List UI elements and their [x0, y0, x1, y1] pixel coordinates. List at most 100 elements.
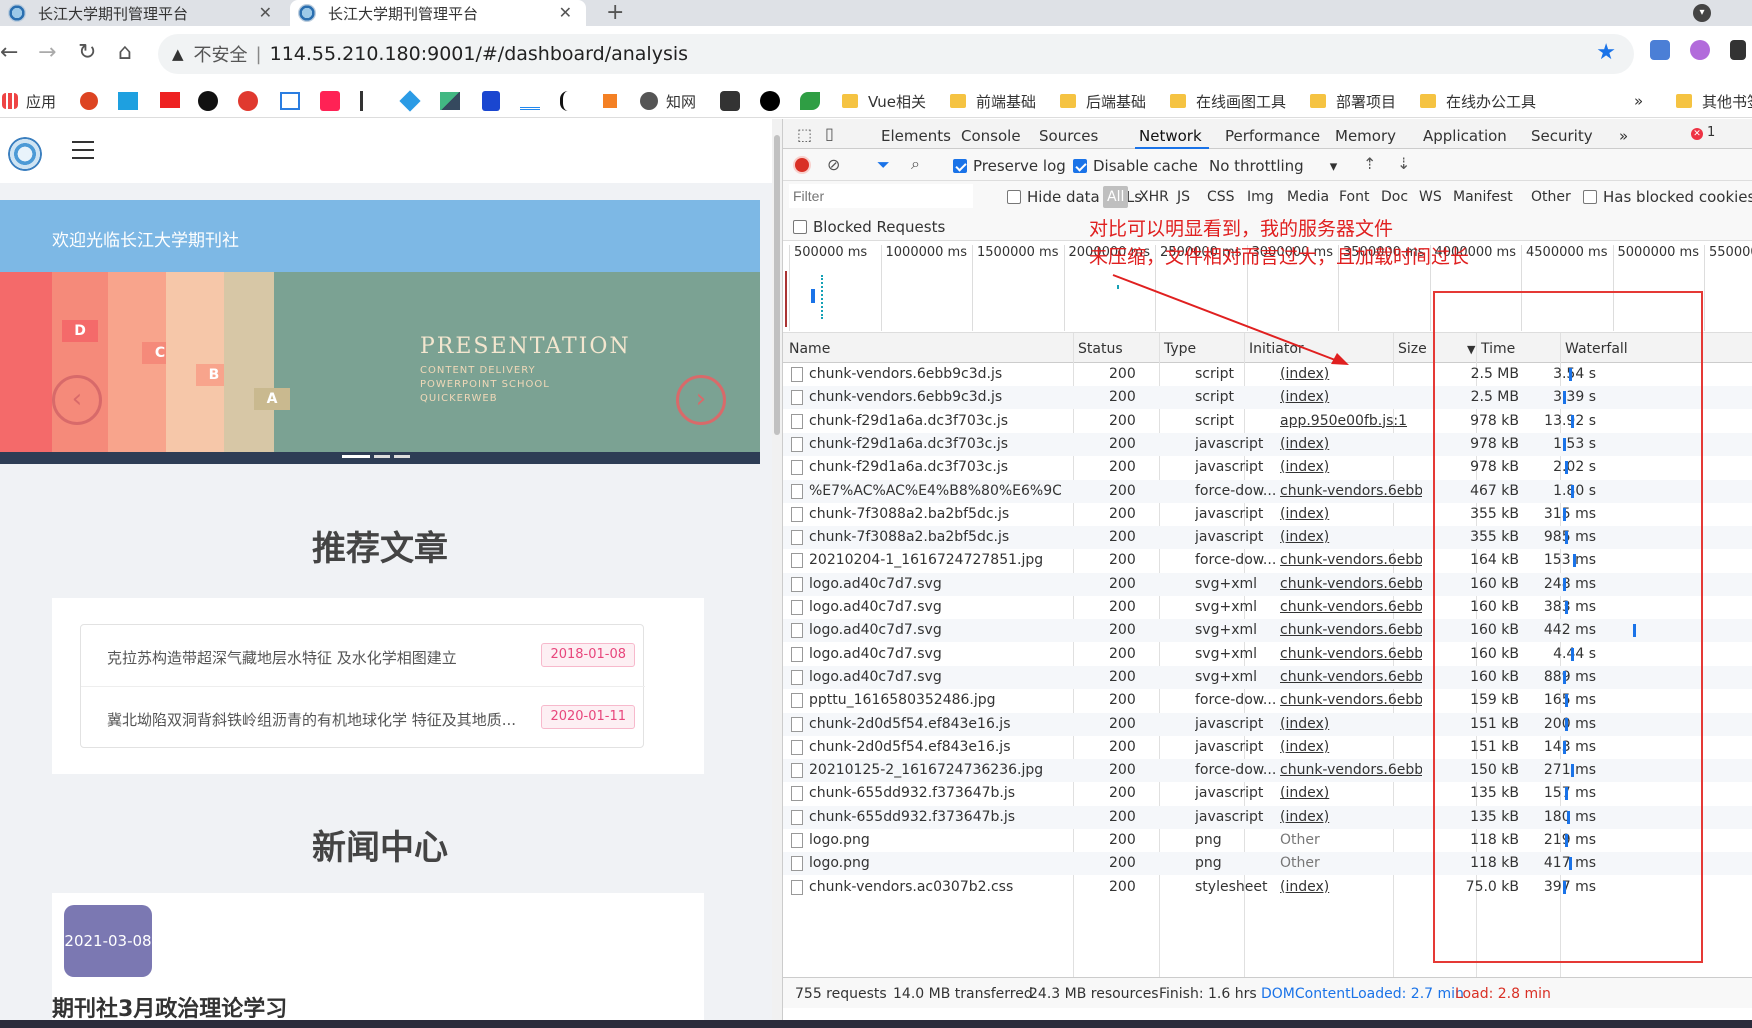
request-initiator[interactable]: chunk-vendors.6ebb9...: [1280, 762, 1422, 778]
address-bar[interactable]: ▲ 不安全 | 114.55.210.180:9001/#/dashboard/…: [158, 34, 1634, 74]
scrollbar-thumb[interactable]: [774, 135, 780, 435]
article-title[interactable]: 克拉苏构造带超深气藏地层水特征 及水化学相图建立: [107, 647, 457, 668]
request-name[interactable]: 20210125-2_1616724736236.jpg: [809, 762, 1061, 778]
bookmark-site-icon[interactable]: [280, 92, 300, 110]
request-name[interactable]: %E7%AC%AC%E4%B8%80%E6%9C%9F%...: [809, 483, 1061, 499]
bootstrap-icon[interactable]: [482, 91, 500, 111]
request-initiator[interactable]: (index): [1280, 716, 1422, 732]
bookmark-zhihu[interactable]: 知网: [640, 90, 696, 112]
emblem-icon[interactable]: [80, 92, 98, 110]
news-card[interactable]: 2021-03-08 期刊社3月政治理论学习: [52, 893, 704, 1028]
warning-icon[interactable]: ▲: [172, 45, 184, 63]
bookmark-folder[interactable]: 在线办公工具: [1420, 90, 1536, 112]
request-initiator[interactable]: chunk-vendors.6ebb9...: [1280, 599, 1422, 615]
request-initiator[interactable]: chunk-vendors.6ebb9...: [1280, 646, 1422, 662]
request-name[interactable]: chunk-2d0d5f54.ef843e16.js: [809, 716, 1061, 732]
article-title[interactable]: 冀北坳陷双洞背斜铁岭组沥青的有机地球化学 特征及其地质...: [107, 709, 516, 730]
carousel-dot[interactable]: [394, 455, 410, 458]
back-icon[interactable]: ←: [0, 40, 18, 65]
request-name[interactable]: logo.png: [809, 855, 1061, 871]
request-name[interactable]: 20210204-1_1616724727851.jpg: [809, 552, 1061, 568]
request-name[interactable]: logo.png: [809, 832, 1061, 848]
bookmark-site-icon[interactable]: [360, 91, 378, 111]
bookmark-folder[interactable]: Vue相关: [842, 90, 926, 112]
article-item[interactable]: 冀北坳陷双洞背斜铁岭组沥青的有机地球化学 特征及其地质... 2020-01-1…: [81, 687, 645, 749]
bilibili-icon[interactable]: [118, 92, 138, 110]
stackoverflow-icon[interactable]: [603, 94, 617, 108]
request-name[interactable]: chunk-f29d1a6a.dc3f703c.js: [809, 459, 1061, 475]
request-initiator[interactable]: (index): [1280, 809, 1422, 825]
request-name[interactable]: logo.ad40c7d7.svg: [809, 622, 1061, 638]
forward-icon[interactable]: →: [38, 40, 56, 65]
university-logo-icon[interactable]: [8, 137, 42, 171]
request-type: png: [1195, 855, 1222, 872]
request-name[interactable]: chunk-f29d1a6a.dc3f703c.js: [809, 436, 1061, 452]
bookmarks-overflow-button[interactable]: »: [1634, 90, 1643, 112]
request-name[interactable]: chunk-7f3088a2.ba2bf5dc.js: [809, 529, 1061, 545]
weibo-icon[interactable]: [238, 91, 258, 111]
reload-icon[interactable]: ↻: [78, 40, 96, 65]
request-name[interactable]: chunk-2d0d5f54.ef843e16.js: [809, 739, 1061, 755]
request-name[interactable]: ppttu_1616580352486.jpg: [809, 692, 1061, 708]
bookmark-folder[interactable]: 在线画图工具: [1170, 90, 1286, 112]
request-initiator[interactable]: (index): [1280, 436, 1422, 452]
request-initiator[interactable]: (index): [1280, 459, 1422, 475]
browser-tab[interactable]: 长江大学期刊管理平台 ✕: [0, 0, 286, 26]
request-name[interactable]: chunk-vendors.ac0307b2.css: [809, 879, 1061, 895]
request-initiator[interactable]: (index): [1280, 739, 1422, 755]
bookmark-apps[interactable]: 应用: [2, 90, 56, 112]
bookmark-folder[interactable]: 前端基础: [950, 90, 1036, 112]
request-name[interactable]: chunk-655dd932.f373647b.js: [809, 809, 1061, 825]
browser-tab-active[interactable]: 长江大学期刊管理平台 ✕: [290, 0, 586, 26]
request-initiator[interactable]: chunk-vendors.6ebb9...: [1280, 669, 1422, 685]
bookmark-site-icon[interactable]: [520, 92, 540, 110]
leaf-icon[interactable]: [800, 92, 820, 110]
extension-icon[interactable]: [1690, 40, 1710, 60]
request-name[interactable]: logo.ad40c7d7.svg: [809, 646, 1061, 662]
page-header: [0, 119, 772, 183]
carousel-dot[interactable]: [374, 455, 390, 458]
csdn-icon[interactable]: [320, 91, 340, 111]
request-name[interactable]: chunk-7f3088a2.ba2bf5dc.js: [809, 506, 1061, 522]
carousel-dot-active[interactable]: [342, 455, 370, 458]
bookmark-site-icon[interactable]: [720, 91, 740, 111]
article-item[interactable]: 克拉苏构造带超深气藏地层水特征 及水化学相图建立 2018-01-08: [81, 625, 645, 687]
request-name[interactable]: logo.ad40c7d7.svg: [809, 669, 1061, 685]
carousel-prev-button[interactable]: ‹: [52, 375, 102, 425]
request-initiator[interactable]: chunk-vendors.6ebb9...: [1280, 622, 1422, 638]
request-initiator[interactable]: chunk-vendors.6ebb9...: [1280, 552, 1422, 568]
youtube-icon[interactable]: [160, 92, 180, 108]
close-tab-icon[interactable]: ✕: [259, 3, 272, 22]
extensions-puzzle-icon[interactable]: [1730, 40, 1746, 60]
bookmark-site-icon[interactable]: [560, 91, 578, 111]
request-initiator[interactable]: (index): [1280, 785, 1422, 801]
request-name[interactable]: logo.ad40c7d7.svg: [809, 599, 1061, 615]
menu-toggle-icon[interactable]: [72, 141, 94, 165]
request-initiator[interactable]: chunk-vendors.6ebb9...: [1280, 483, 1422, 499]
vue-icon[interactable]: [440, 92, 460, 110]
request-initiator[interactable]: chunk-vendors.6ebb9...: [1280, 692, 1422, 708]
request-initiator[interactable]: chunk-vendors.6ebb9...: [1280, 576, 1422, 592]
request-initiator[interactable]: (index): [1280, 506, 1422, 522]
request-initiator[interactable]: (index): [1280, 529, 1422, 545]
github-icon[interactable]: [198, 91, 218, 111]
bookmark-folder[interactable]: 部署项目: [1310, 90, 1396, 112]
page-scrollbar[interactable]: [772, 119, 782, 1028]
home-icon[interactable]: ⌂: [118, 40, 132, 65]
close-tab-icon[interactable]: ✕: [559, 3, 572, 22]
bookmark-star-icon[interactable]: ★: [1596, 40, 1616, 65]
tab-search-icon[interactable]: ▾: [1693, 4, 1711, 22]
bookmark-site-icon[interactable]: [399, 90, 421, 112]
bookmark-folder-other[interactable]: 其他书签: [1676, 90, 1752, 112]
carousel-next-button[interactable]: ›: [676, 375, 726, 425]
new-tab-button[interactable]: +: [606, 0, 624, 26]
request-name[interactable]: logo.ad40c7d7.svg: [809, 576, 1061, 592]
request-name[interactable]: chunk-655dd932.f373647b.js: [809, 785, 1061, 801]
insecure-label[interactable]: 不安全: [194, 41, 248, 67]
request-initiator[interactable]: (index): [1280, 879, 1422, 895]
notion-icon[interactable]: [760, 91, 780, 111]
translate-extension-icon[interactable]: [1650, 40, 1670, 60]
url-text[interactable]: 114.55.210.180:9001/#/dashboard/analysis: [270, 43, 688, 65]
news-title[interactable]: 期刊社3月政治理论学习: [52, 991, 287, 1023]
bookmark-folder[interactable]: 后端基础: [1060, 90, 1146, 112]
